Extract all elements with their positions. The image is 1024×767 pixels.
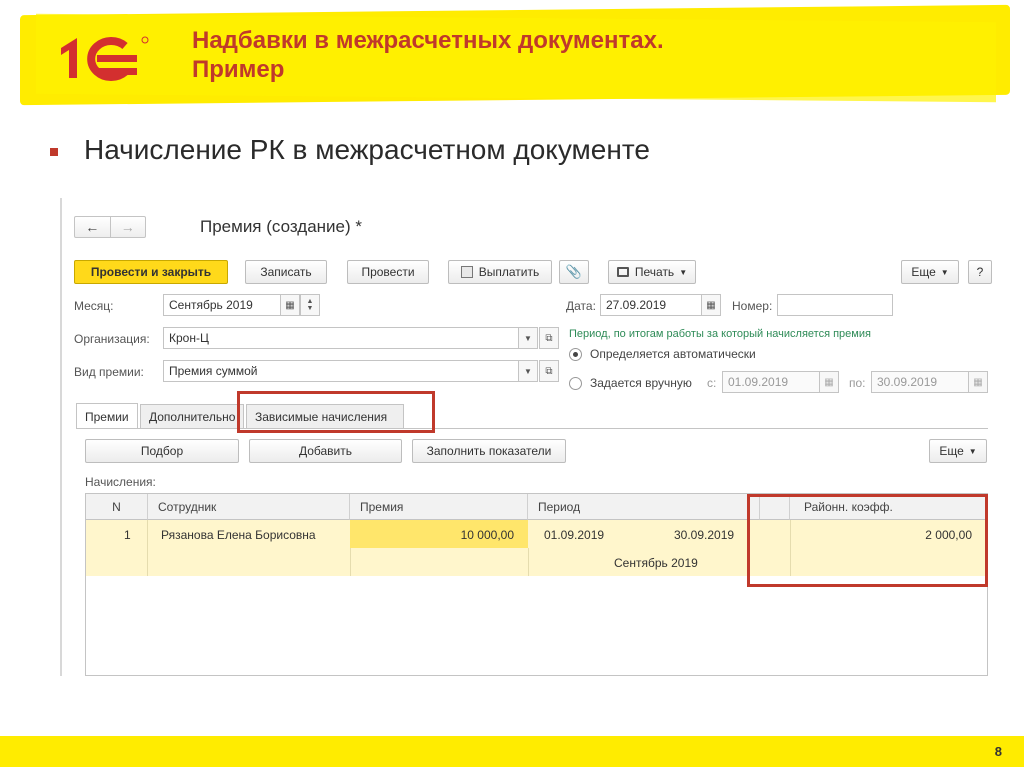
calendar-icon[interactable]: ▦ — [968, 371, 988, 393]
date-label: Дата: — [566, 299, 596, 313]
row-number: 1 — [124, 528, 131, 542]
to-field[interactable]: 30.09.2019 — [871, 371, 969, 393]
dropdown-icon[interactable]: ▼ — [518, 327, 538, 349]
forward-arrow-icon[interactable]: → — [109, 217, 146, 237]
column-header-n[interactable]: N — [86, 494, 148, 520]
tab-additional[interactable]: Дополнительно — [140, 404, 244, 428]
column-header-period[interactable]: Период — [528, 494, 760, 520]
table-more-label: Еще — [939, 444, 964, 458]
month-label: Месяц: — [74, 299, 114, 313]
slide-title-line2: Пример — [192, 56, 285, 83]
back-arrow-icon[interactable]: ← — [75, 217, 110, 237]
pick-button[interactable]: Подбор — [85, 439, 239, 463]
row-period-from: 01.09.2019 — [544, 528, 605, 542]
open-icon[interactable]: ⧉ — [539, 327, 559, 349]
chevron-down-icon: ▼ — [679, 267, 688, 277]
pay-icon — [460, 266, 473, 278]
radio-manual-label: Задается вручную — [590, 376, 692, 390]
column-divider — [350, 548, 351, 576]
add-button[interactable]: Добавить — [249, 439, 402, 463]
help-button[interactable]: ? — [968, 260, 992, 284]
to-label: по: — [849, 376, 866, 390]
month-field[interactable]: Сентябрь 2019 — [163, 294, 281, 316]
month-stepper[interactable]: ▲ ▼ — [300, 294, 320, 316]
date-field[interactable]: 27.09.2019 — [600, 294, 702, 316]
organization-label: Организация: — [74, 332, 150, 346]
organization-field[interactable]: Крон-Ц — [163, 327, 519, 349]
more-button-label: Еще — [911, 265, 936, 279]
post-and-close-button[interactable]: Провести и закрыть — [74, 260, 228, 284]
attach-button[interactable]: 📎 — [559, 260, 589, 284]
calendar-icon[interactable]: ▦ — [819, 371, 839, 393]
calendar-icon[interactable]: ▦ — [701, 294, 721, 316]
slide-title: Надбавки в межрасчетных документах. Прим… — [192, 26, 892, 84]
bonus-type-label: Вид премии: — [74, 365, 144, 379]
calendar-icon[interactable]: ▦ — [280, 294, 300, 316]
row-employee: Рязанова Елена Борисовна — [161, 528, 316, 542]
open-icon[interactable]: ⧉ — [539, 360, 559, 382]
highlight-box-column — [747, 494, 988, 587]
print-button[interactable]: Печать ▼ — [608, 260, 696, 284]
fill-indicators-button[interactable]: Заполнить показатели — [412, 439, 566, 463]
column-divider — [528, 548, 529, 576]
document-form-window: ← → Премия (создание) * Провести и закры… — [60, 198, 992, 676]
table-more-button[interactable]: Еще ▼ — [929, 439, 987, 463]
row-period-to: 30.09.2019 — [674, 528, 735, 542]
highlight-box-tab — [237, 391, 435, 433]
slide-title-line1: Надбавки в межрасчетных документах. — [192, 27, 664, 54]
row-period-month: Сентябрь 2019 — [614, 556, 698, 570]
dropdown-icon[interactable]: ▼ — [518, 360, 538, 382]
paperclip-icon: 📎 — [565, 264, 583, 279]
printer-icon — [616, 267, 629, 277]
chevron-down-icon: ▼ — [940, 267, 949, 277]
chevron-down-icon: ▼ — [968, 446, 977, 456]
navigation-buttons: ← → — [74, 216, 146, 238]
print-button-label: Печать — [634, 265, 675, 279]
bullet-marker — [50, 148, 58, 156]
number-label: Номер: — [732, 299, 773, 313]
more-button[interactable]: Еще ▼ — [901, 260, 959, 284]
form-title: Премия (создание) * — [200, 217, 362, 236]
post-button[interactable]: Провести — [347, 260, 429, 284]
accruals-label: Начисления: — [85, 475, 156, 489]
tab-bonuses[interactable]: Премии — [76, 403, 138, 429]
radio-auto-label: Определяется автоматически — [590, 347, 756, 361]
radio-manual[interactable] — [569, 377, 582, 390]
column-header-bonus[interactable]: Премия — [350, 494, 528, 520]
pay-button[interactable]: Выплатить — [448, 260, 552, 284]
row-bonus: 10 000,00 — [460, 528, 514, 542]
column-header-employee[interactable]: Сотрудник — [148, 494, 350, 520]
bullet-text: Начисление РК в межрасчетном документе — [84, 134, 650, 165]
page-number: 8 — [994, 744, 1002, 759]
save-button[interactable]: Записать — [245, 260, 327, 284]
column-divider — [147, 520, 148, 576]
from-label: с: — [707, 376, 717, 390]
bonus-type-field[interactable]: Премия суммой — [163, 360, 519, 382]
radio-auto[interactable] — [569, 348, 582, 361]
pay-button-label: Выплатить — [478, 265, 540, 279]
footer-bar — [0, 736, 1024, 767]
period-caption: Период, по итогам работы за который начи… — [569, 328, 871, 340]
from-field[interactable]: 01.09.2019 — [722, 371, 820, 393]
tab-divider — [76, 428, 988, 429]
number-field[interactable] — [777, 294, 893, 316]
1c-logo — [61, 36, 149, 81]
